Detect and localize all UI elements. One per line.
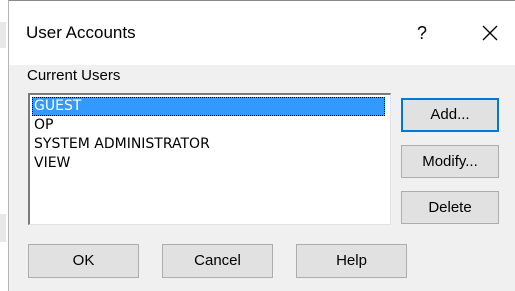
list-item-guest[interactable]: GUEST [32, 97, 385, 116]
help-button[interactable]: Help [296, 244, 407, 278]
list-item-view[interactable]: VIEW [32, 154, 70, 173]
current-users-label: Current Users [27, 67, 121, 84]
delete-button[interactable]: Delete [401, 191, 499, 224]
edge-artifact [0, 22, 6, 48]
edge-artifact [0, 214, 6, 242]
list-item-op[interactable]: OP [32, 116, 53, 135]
list-item-system-administrator[interactable]: SYSTEM ADMINISTRATOR [32, 135, 210, 154]
modify-button[interactable]: Modify... [401, 145, 499, 178]
modify-button-label: Modify... [422, 153, 478, 170]
title-bar: User Accounts ? [9, 1, 515, 65]
add-button-label: Add... [430, 106, 470, 123]
user-accounts-dialog: User Accounts ? Current Users GUEST OP S… [8, 0, 515, 291]
dialog-title: User Accounts [26, 23, 136, 42]
ok-button[interactable]: OK [28, 244, 139, 278]
ok-button-label: OK [72, 252, 95, 269]
cancel-button-label: Cancel [194, 252, 241, 269]
help-title-button[interactable]: ? [407, 17, 437, 49]
users-listbox[interactable]: GUEST OP SYSTEM ADMINISTRATOR VIEW [28, 93, 391, 225]
cancel-button[interactable]: Cancel [162, 244, 273, 278]
close-icon [482, 25, 498, 41]
close-button[interactable] [473, 17, 507, 49]
help-button-label: Help [336, 252, 367, 269]
add-button[interactable]: Add... [401, 98, 499, 132]
delete-button-label: Delete [428, 199, 472, 216]
page: User Accounts ? Current Users GUEST OP S… [0, 0, 515, 291]
